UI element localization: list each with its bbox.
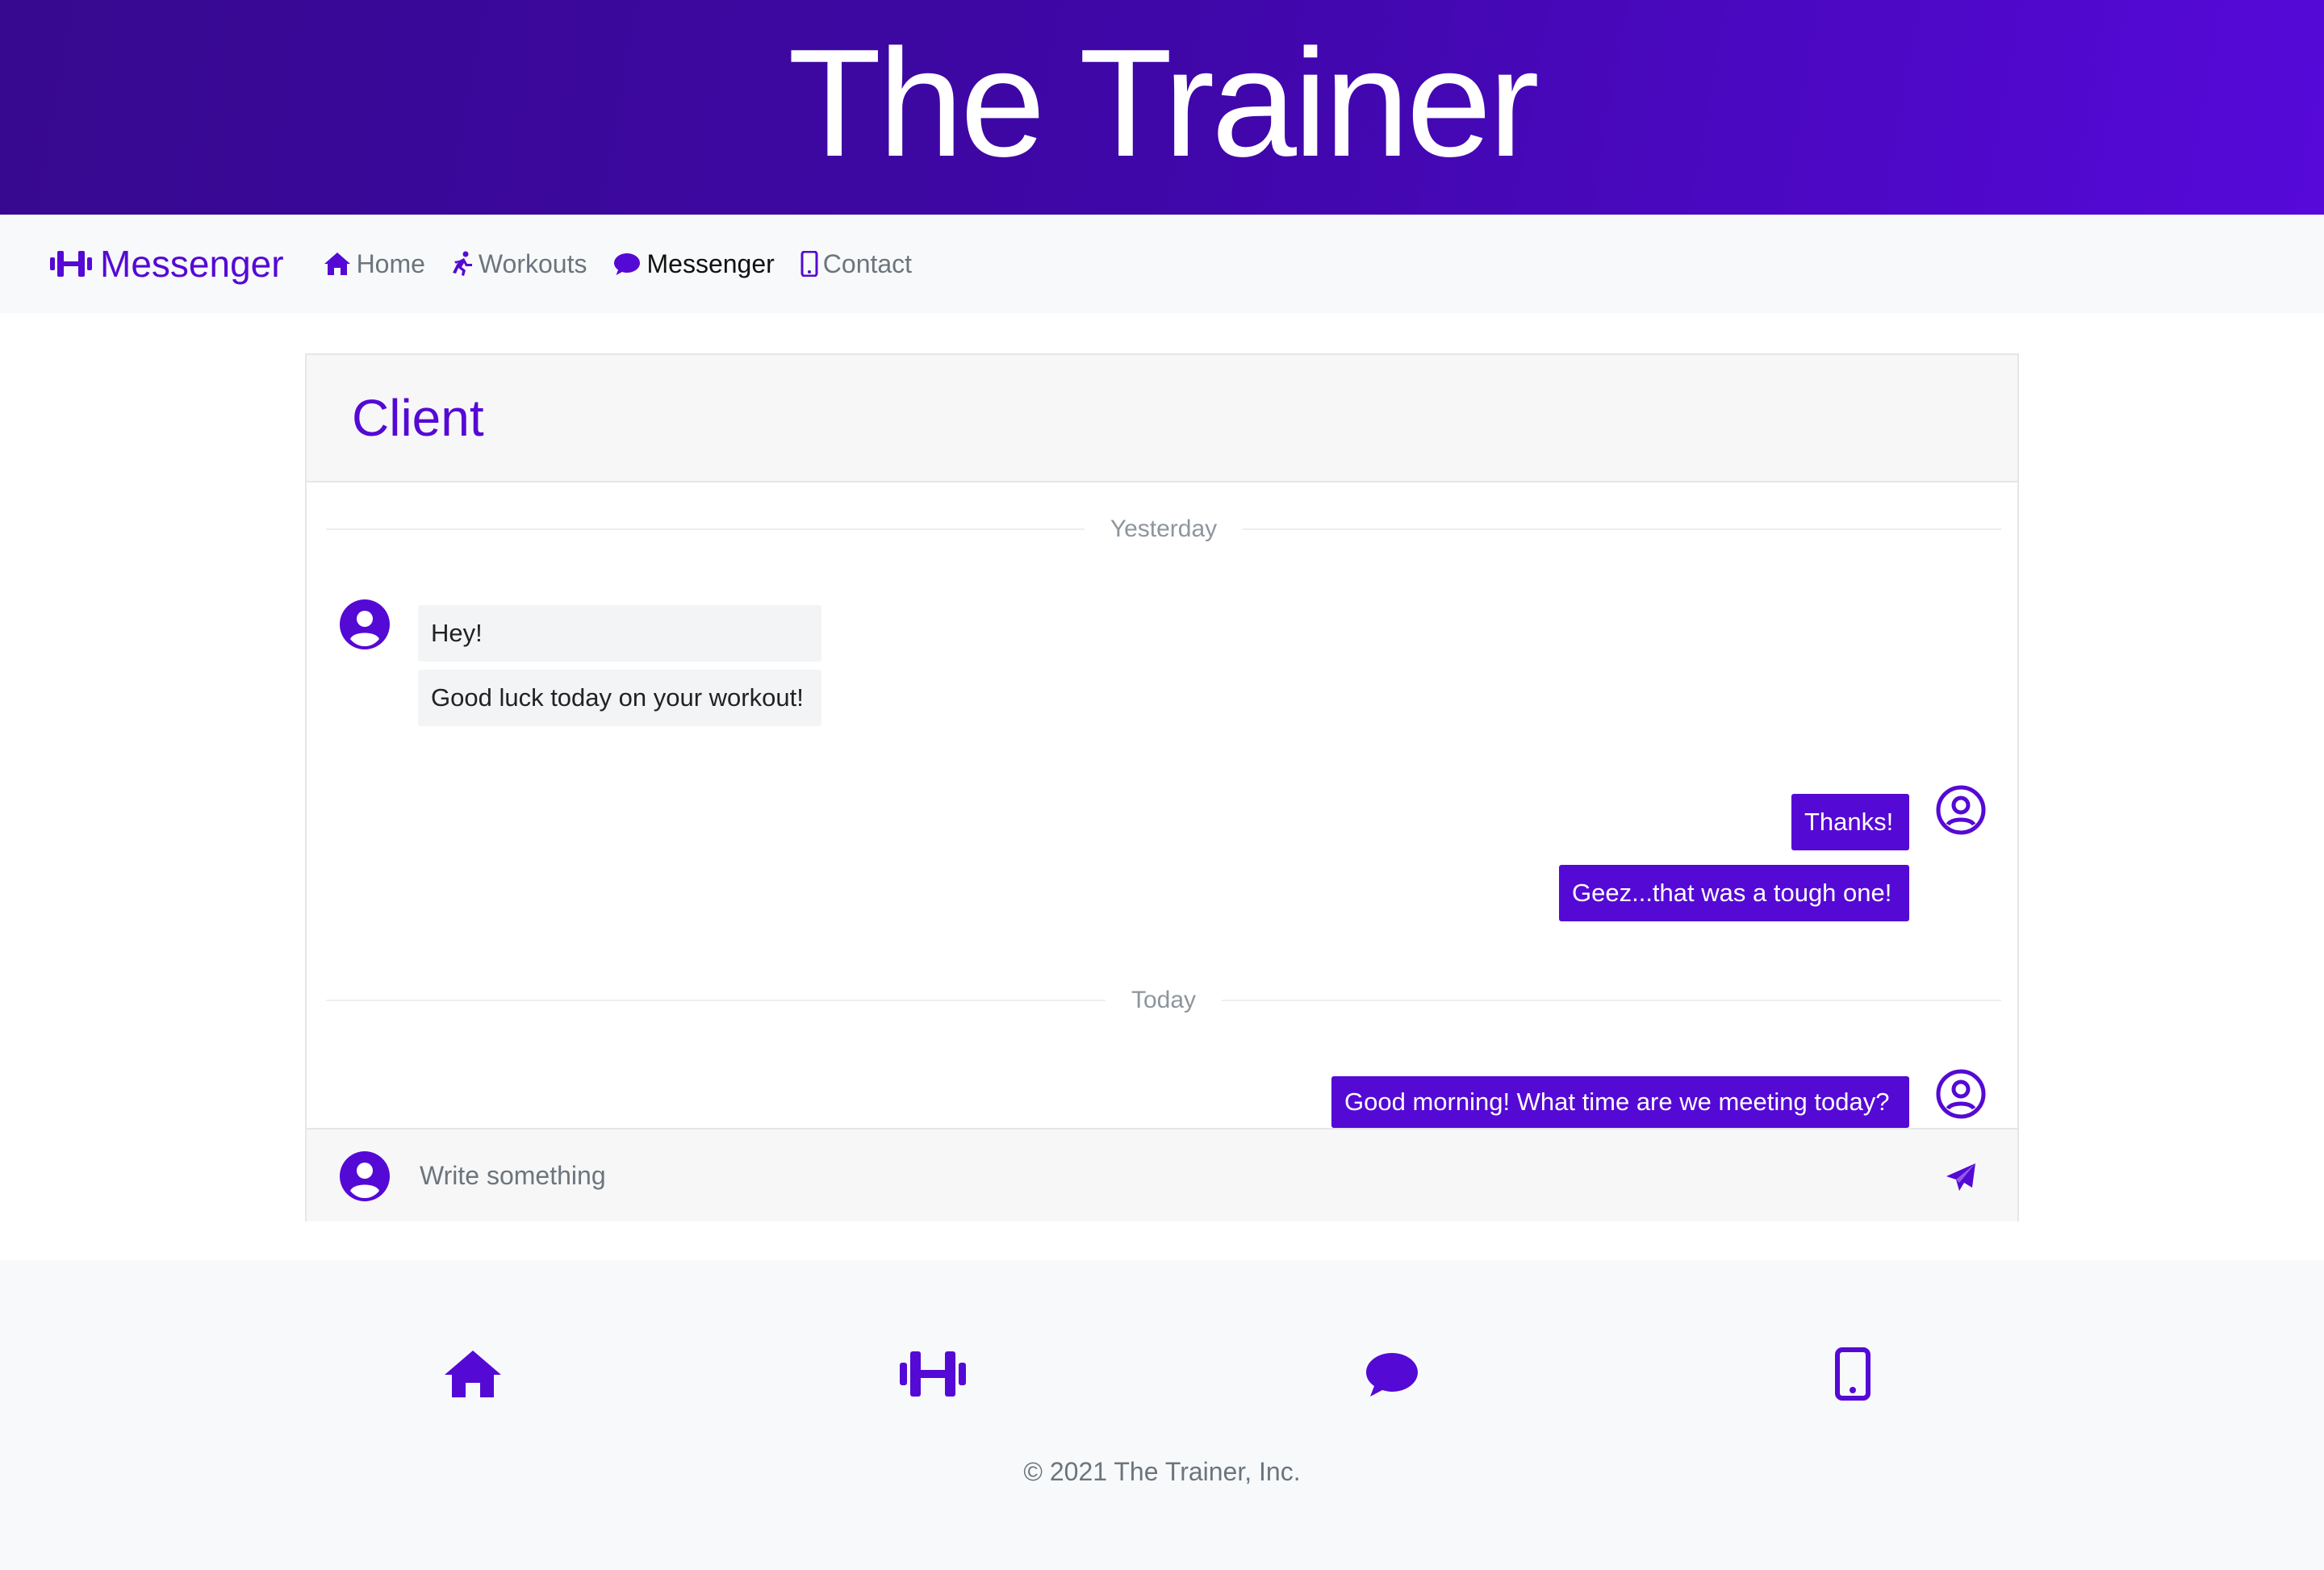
hero-banner: The Trainer [0,0,2324,215]
comment-icon [614,253,641,275]
nav-messenger-label: Messenger [646,248,775,278]
dumbbell-icon[interactable] [900,1346,966,1402]
nav-messenger[interactable]: Messenger [612,248,775,279]
user-circle-icon [1936,1069,1986,1119]
message-bubble: Hey! [418,605,821,662]
message-bubble: Good luck today on your workout! [418,670,821,726]
comment-icon[interactable] [1364,1346,1420,1402]
nav-home-label: Home [356,248,425,278]
date-divider: Today [326,984,2001,1017]
user-avatar-icon [340,599,390,649]
home-icon[interactable] [442,1346,504,1402]
nav-contact-label: Contact [822,248,913,278]
date-divider-label: Yesterday [1110,516,1218,542]
message-bubble: Thanks! [1791,794,1909,850]
site-title: The Trainer [788,18,1540,189]
brand-label: Messenger [100,243,284,285]
message-input[interactable] [420,1147,1872,1204]
footer: © 2021 The Trainer, Inc. [0,1260,2324,1570]
chat-title: Client [352,389,484,447]
date-divider: Yesterday [326,513,2002,545]
nav-contact[interactable]: Contact [800,249,912,279]
running-icon [452,251,472,276]
message-bubble: Good morning! What time are we meeting t… [1331,1076,1909,1128]
navbar-brand[interactable]: Messenger [50,242,284,286]
copyright-text: © 2021 The Trainer, Inc. [1023,1457,1301,1486]
nav-workouts-label: Workouts [478,248,587,278]
date-divider-label: Today [1131,987,1197,1013]
nav-home[interactable]: Home [323,249,425,279]
user-circle-icon [1936,785,1986,835]
nav-workouts[interactable]: Workouts [451,249,587,279]
message-composer [307,1128,2017,1221]
navbar: Messenger Home Workouts Messenger Contac… [0,215,2324,313]
mobile-icon[interactable] [1835,1346,1870,1402]
dumbbell-icon [50,251,92,277]
mobile-icon [800,251,818,277]
chat-header: Client [307,355,2017,482]
user-avatar-icon [340,1151,390,1201]
chat-card: Client Yesterday Hey! Good luck today on… [305,353,2019,1221]
send-icon[interactable] [1945,1162,1977,1194]
message-bubble: Geez...that was a tough one! [1559,865,1909,921]
home-icon [324,253,350,275]
